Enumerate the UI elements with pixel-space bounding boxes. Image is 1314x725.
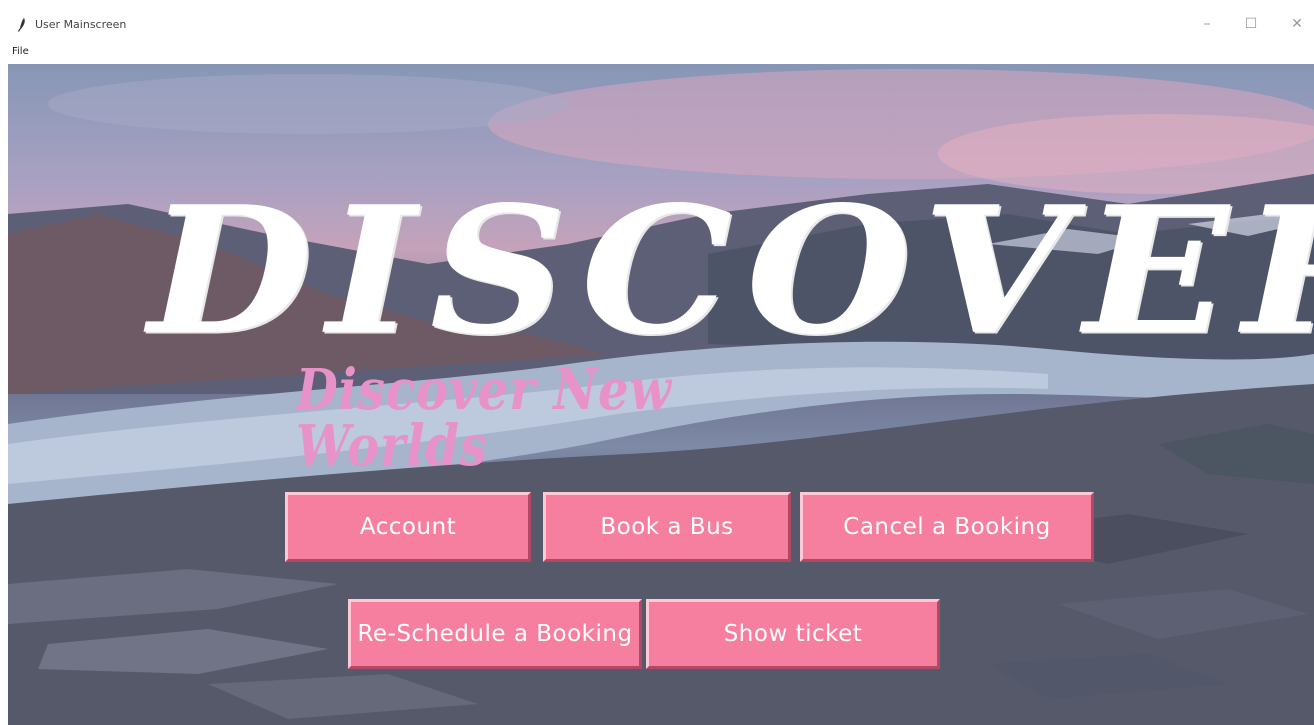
minimize-icon: – — [1203, 16, 1211, 32]
hero-tagline: Discover New Worlds — [296, 357, 672, 479]
reschedule-booking-button[interactable]: Re-Schedule a Booking — [348, 599, 642, 669]
close-button[interactable]: ✕ — [1282, 12, 1312, 36]
maximize-button[interactable]: ☐ — [1236, 12, 1266, 36]
menu-file[interactable]: File — [12, 46, 29, 57]
feather-icon — [18, 18, 25, 32]
hero-headline: DISCOVER — [148, 167, 1314, 374]
menu-bar: File — [0, 44, 1314, 62]
close-icon: ✕ — [1291, 16, 1303, 32]
maximize-icon: ☐ — [1244, 16, 1258, 32]
title-bar: User Mainscreen – ☐ ✕ — [0, 0, 1314, 44]
background-canvas: DISCOVER Discover New Worlds Account Boo… — [8, 64, 1314, 725]
window-title: User Mainscreen — [35, 18, 127, 31]
account-button[interactable]: Account — [285, 492, 531, 562]
cancel-booking-button[interactable]: Cancel a Booking — [800, 492, 1094, 562]
minimize-button[interactable]: – — [1192, 12, 1222, 36]
book-bus-button[interactable]: Book a Bus — [543, 492, 791, 562]
show-ticket-button[interactable]: Show ticket — [646, 599, 940, 669]
